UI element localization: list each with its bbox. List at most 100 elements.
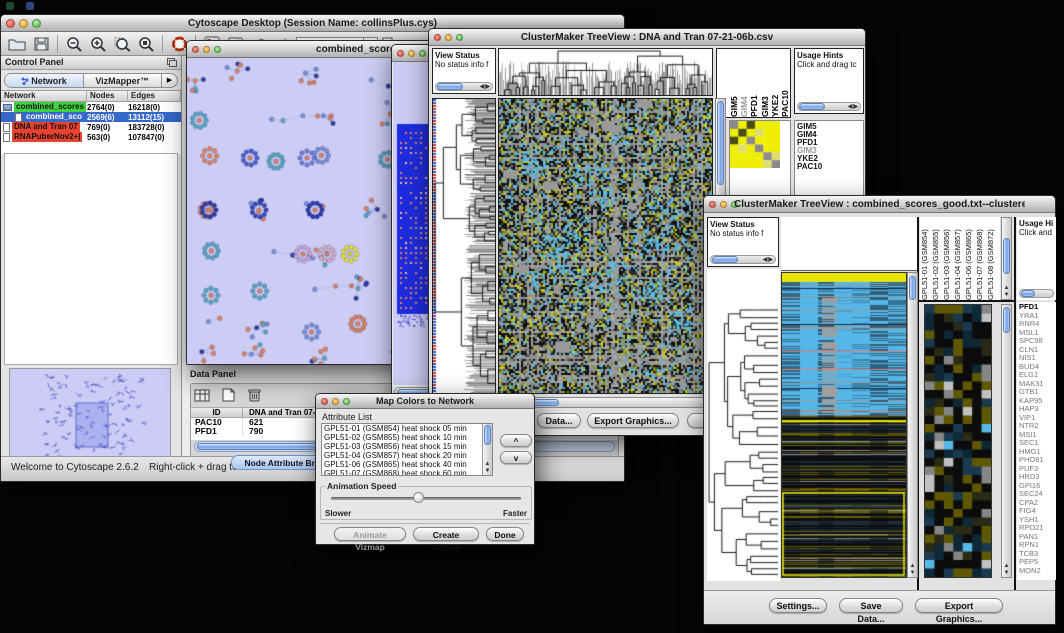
network-table: combined_scores 2764(0) 16218(0) combine… bbox=[1, 102, 181, 154]
network-name: combined_scores bbox=[14, 102, 86, 112]
network-tree-area[interactable] bbox=[4, 153, 178, 365]
menubar-icon[interactable] bbox=[6, 2, 14, 10]
close-button[interactable] bbox=[321, 398, 328, 405]
minimize-button[interactable] bbox=[445, 34, 452, 41]
close-button[interactable] bbox=[397, 50, 404, 57]
zoom-in-icon[interactable] bbox=[87, 34, 109, 54]
new-attribute-icon[interactable] bbox=[218, 386, 238, 404]
animation-speed-label: Animation Speed bbox=[325, 481, 398, 491]
heatmap-zoom[interactable] bbox=[924, 304, 992, 578]
save-data-button[interactable]: Save Data... bbox=[839, 598, 903, 613]
open-file-icon[interactable] bbox=[6, 34, 28, 54]
tab-network[interactable]: Network bbox=[5, 74, 84, 87]
tab-vizmapper[interactable]: VizMapper™ bbox=[84, 74, 162, 87]
zoom-out-icon[interactable] bbox=[63, 34, 85, 54]
close-button[interactable] bbox=[709, 201, 716, 208]
minimize-button[interactable] bbox=[720, 201, 727, 208]
tab-overflow-button[interactable]: ▶ bbox=[161, 74, 177, 88]
tab-network-label: Network bbox=[31, 76, 67, 86]
float-panel-icon[interactable] bbox=[167, 58, 177, 67]
treeview1-titlebar[interactable]: ClusterMaker TreeView : DNA and Tran 07-… bbox=[429, 29, 865, 46]
attribute-list-vscrollbar[interactable]: ▲▼ bbox=[482, 424, 492, 475]
network-row[interactable]: combined_scores 2764(0) 16218(0) bbox=[1, 102, 181, 112]
usage-hints-scrollbar[interactable]: ◀▶ bbox=[797, 102, 861, 111]
column-dendrogram[interactable] bbox=[498, 48, 713, 96]
network-row-selected[interactable]: combined_sco 2569(6) 13112(15) bbox=[1, 112, 181, 122]
network-name: DNA and Tran 07 bbox=[12, 122, 80, 132]
network-row[interactable]: RNAPuberNov2+| 563(0) 107847(0) bbox=[1, 132, 181, 142]
attribute-item[interactable]: GPL51-02 (GSM855) heat shock 10 min bbox=[322, 433, 492, 442]
column-labels-vscrollbar[interactable]: ▲▼ bbox=[1001, 217, 1012, 300]
move-down-button[interactable]: v bbox=[500, 451, 532, 464]
view-status-scrollbar[interactable]: ◀▶ bbox=[435, 82, 493, 91]
gene-list-panel: PFD1YRA1RNR4MSL1SPC98CLN1NIS1BUD4ELG1MAK… bbox=[1017, 302, 1056, 580]
heatmap-main[interactable] bbox=[781, 272, 907, 578]
attribute-item[interactable]: GPL51-06 (GSM865) heat shock 40 min bbox=[322, 460, 492, 469]
delete-attribute-icon[interactable] bbox=[245, 386, 265, 404]
attribute-list: GPL51-01 (GSM854) heat shock 05 minGPL51… bbox=[321, 423, 493, 476]
control-panel-header: Control Panel bbox=[1, 56, 181, 70]
attribute-item[interactable]: GPL51-03 (GSM856) heat shock 15 min bbox=[322, 442, 492, 451]
close-button[interactable] bbox=[6, 19, 15, 28]
network-nodes: 769(0) bbox=[87, 123, 128, 132]
network-name: RNAPuberNov2+| bbox=[12, 132, 82, 142]
map-colors-dialog: Map Colors to Network Attribute List GPL… bbox=[315, 393, 535, 545]
document-icon bbox=[3, 133, 10, 142]
save-icon[interactable] bbox=[30, 34, 52, 54]
column-labels: GIM5GIM4PFD1GIM3YKE2PAC10 bbox=[717, 49, 790, 117]
network-name: combined_sco bbox=[24, 112, 84, 122]
heatmap-vscrollbar[interactable]: ▲▼ bbox=[907, 272, 918, 578]
zoom-button[interactable] bbox=[419, 50, 426, 57]
network-row[interactable]: DNA and Tran 07 769(0) 183728(0) bbox=[1, 122, 181, 132]
move-up-button[interactable]: ^ bbox=[500, 434, 532, 447]
gene-label[interactable]: PAC10 bbox=[797, 163, 861, 171]
done-button[interactable]: Done bbox=[486, 527, 524, 541]
dialog-titlebar[interactable]: Map Colors to Network bbox=[316, 394, 534, 409]
export-graphics-button[interactable]: Export Graphics... bbox=[587, 413, 679, 428]
column-dendrogram-area[interactable] bbox=[781, 217, 917, 271]
close-button[interactable] bbox=[434, 34, 441, 41]
minimize-button[interactable] bbox=[332, 398, 339, 405]
heatmap-main[interactable] bbox=[498, 98, 713, 394]
cluster-matrix-heatmap[interactable] bbox=[730, 121, 780, 168]
panel-divider bbox=[1014, 217, 1016, 591]
document-icon bbox=[3, 123, 10, 132]
control-panel-title: Control Panel bbox=[5, 57, 64, 67]
heatmap-zoom-vscrollbar[interactable]: ▲▼ bbox=[1001, 304, 1012, 578]
animate-vizmap-button[interactable]: Animate Vizmap bbox=[334, 527, 406, 541]
gene-label[interactable]: MON2 bbox=[1019, 567, 1054, 576]
create-vizmap-button[interactable]: Create Vizmap bbox=[413, 527, 479, 541]
network-nodes: 2569(6) bbox=[87, 113, 128, 122]
document-icon bbox=[15, 113, 22, 122]
view-status-scrollbar[interactable]: ◀▶ bbox=[710, 255, 776, 264]
minimize-button[interactable] bbox=[19, 19, 28, 28]
col-edges[interactable]: Edges bbox=[128, 91, 181, 101]
usage-hints-text: Click and bbox=[1019, 228, 1054, 237]
row-dendrogram[interactable] bbox=[432, 98, 496, 394]
col-network[interactable]: Network bbox=[1, 91, 87, 101]
treeview2-titlebar[interactable]: ClusterMaker TreeView : combined_scores_… bbox=[704, 196, 1055, 213]
network-edges: 16218(0) bbox=[128, 103, 181, 112]
zoom-selected-icon[interactable] bbox=[111, 34, 133, 54]
animation-speed-slider[interactable] bbox=[331, 497, 521, 500]
settings-button[interactable]: Settings... bbox=[769, 598, 827, 613]
network-edges: 183728(0) bbox=[128, 123, 181, 132]
menubar-icon[interactable] bbox=[26, 2, 34, 10]
zoom-fit-icon[interactable] bbox=[135, 34, 157, 54]
save-data-button[interactable]: Data... bbox=[537, 413, 581, 428]
attribute-item[interactable]: GPL51-07 (GSM868) heat shock 60 min bbox=[322, 469, 492, 476]
minimize-button[interactable] bbox=[408, 50, 415, 57]
attribute-item[interactable]: GPL51-04 (GSM857) heat shock 20 min bbox=[322, 451, 492, 460]
view-status-title: View Status bbox=[710, 220, 776, 229]
row-dendrogram[interactable] bbox=[707, 269, 780, 581]
slider-thumb[interactable] bbox=[413, 492, 424, 503]
export-graphics-button[interactable]: Export Graphics... bbox=[915, 598, 1003, 613]
minimize-button[interactable] bbox=[203, 46, 210, 53]
col-nodes[interactable]: Nodes bbox=[87, 91, 128, 101]
attribute-item[interactable]: GPL51-01 (GSM854) heat shock 05 min bbox=[322, 424, 492, 433]
slower-label: Slower bbox=[325, 509, 351, 518]
id-column-header[interactable]: ID bbox=[191, 408, 243, 417]
usage-hints-scrollbar[interactable] bbox=[1019, 289, 1054, 298]
table-mode-icon[interactable] bbox=[192, 387, 212, 405]
close-button[interactable] bbox=[192, 46, 199, 53]
